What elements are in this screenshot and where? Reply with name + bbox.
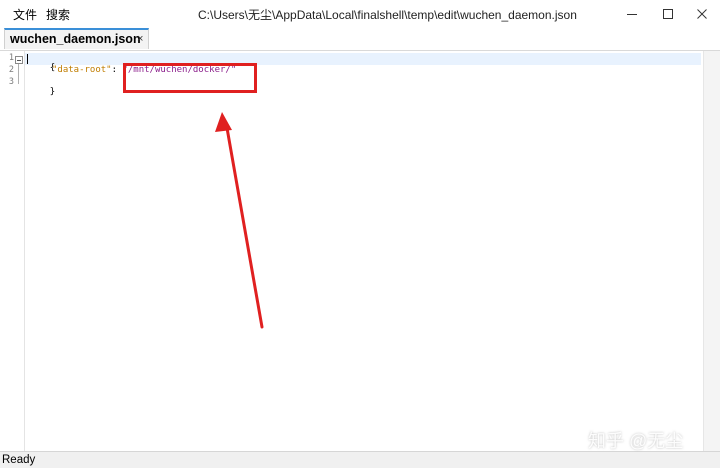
watermark: 知乎 @无尘 (588, 431, 684, 451)
status-bar: Ready (0, 451, 720, 468)
status-text: Ready (2, 454, 36, 466)
annotation-arrow (215, 112, 264, 329)
